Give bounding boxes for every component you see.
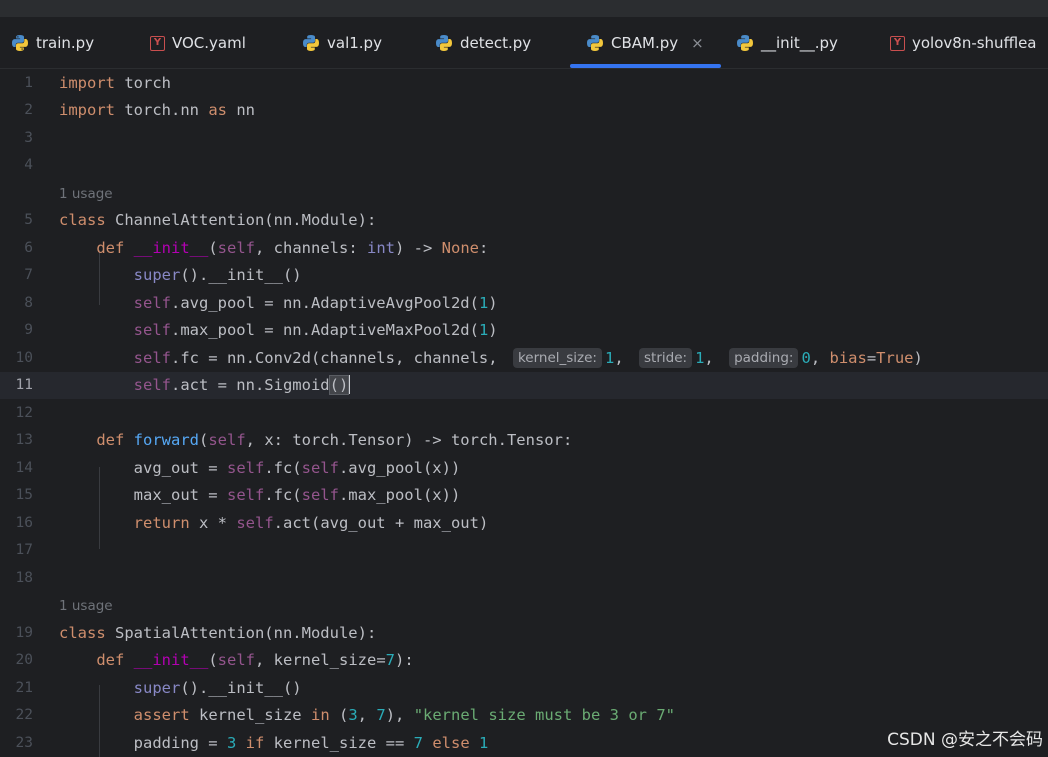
tab-label: val1.py [327,34,382,52]
usage-hint[interactable]: 1 usage [59,181,113,208]
code-text: self.act = nn.Sigmoid() [133,375,351,395]
tab-train-py[interactable]: train.py [11,17,95,68]
code-text: return x * self.act(avg_out + max_out) [133,514,489,532]
line-number: 8 [24,295,33,311]
tab-label: __init__.py [761,34,838,52]
line-number: 2 [24,102,33,118]
tab-val1-py[interactable]: val1.py [302,17,382,68]
code-line: 16 return x * self.act(avg_out + max_out… [0,510,1048,537]
python-icon [12,35,28,51]
code-text: avg_out = self.fc(self.avg_pool(x)) [133,459,461,477]
code-text: super().__init__() [133,266,302,284]
window-top-strip [0,0,1048,17]
line-number: 17 [15,542,33,558]
code-line: 10 self.fc = nn.Conv2d(channels, channel… [0,345,1048,372]
line-number: 12 [15,405,33,421]
tab-label: VOC.yaml [172,34,246,52]
code-line: 1 import torch [0,70,1048,97]
code-text: def forward(self, x: torch.Tensor) -> to… [96,431,573,449]
line-number: 11 [15,377,33,393]
code-editor[interactable]: 1 import torch 2 import torch.nn as nn 3… [0,70,1048,757]
code-line-current: 11 self.act = nn.Sigmoid() [0,372,1048,399]
code-text: max_out = self.fc(self.max_pool(x)) [133,486,461,504]
editor-tab-bar: train.py Y VOC.yaml val1.py detect.py CB… [0,17,1048,69]
tab-cbam-py[interactable]: CBAM.py × [586,17,704,68]
line-number: 22 [15,707,33,723]
code-line: 15 max_out = self.fc(self.max_pool(x)) [0,482,1048,509]
code-line: 20 def __init__(self, kernel_size=7): [0,647,1048,674]
line-number: 3 [24,130,33,146]
code-line: 6 def __init__(self, channels: int) -> N… [0,235,1048,262]
line-number: 7 [24,267,33,283]
code-line: 17 [0,537,1048,564]
yaml-icon: Y [150,35,165,51]
code-text: class SpatialAttention(nn.Module): [59,624,377,642]
python-icon [737,35,753,51]
inlay-hint-padding: padding: [729,348,799,368]
line-number: 23 [15,735,33,751]
python-icon [436,35,452,51]
python-icon [303,35,319,51]
close-icon[interactable]: × [691,34,704,52]
code-line: 5 class ChannelAttention(nn.Module): [0,207,1048,234]
code-line: 4 [0,152,1048,179]
tab-label: detect.py [460,34,532,52]
code-line: 7 super().__init__() [0,262,1048,289]
inlay-hint-kernel-size: kernel_size: [512,348,602,368]
line-number: 13 [15,432,33,448]
code-text: padding = 3 if kernel_size == 7 else 1 [133,734,489,752]
tab-detect-py[interactable]: detect.py [435,17,532,68]
line-number: 15 [15,487,33,503]
yaml-icon: Y [890,35,905,51]
code-text: self.fc = nn.Conv2d(channels, channels, … [133,348,923,368]
code-line: 21 super().__init__() [0,675,1048,702]
line-number: 1 [24,75,33,91]
line-number: 14 [15,460,33,476]
line-number: 18 [15,570,33,586]
code-line: 18 [0,565,1048,592]
code-line: 8 self.avg_pool = nn.AdaptiveAvgPool2d(1… [0,290,1048,317]
code-text: class ChannelAttention(nn.Module): [59,211,377,229]
code-line: 2 import torch.nn as nn [0,97,1048,124]
code-line: 3 [0,125,1048,152]
text-caret [348,375,351,394]
code-text: def __init__(self, channels: int) -> Non… [96,239,489,257]
matched-brackets: () [328,375,350,395]
tab-label: CBAM.py [611,34,679,52]
code-text: super().__init__() [133,679,302,697]
tab-init-py[interactable]: __init__.py [736,17,838,68]
usage-hint[interactable]: 1 usage [59,593,113,620]
line-number: 6 [24,240,33,256]
code-text: import torch.nn as nn [59,101,255,119]
code-text: self.max_pool = nn.AdaptiveMaxPool2d(1) [133,321,498,339]
line-number: 21 [15,680,33,696]
code-text: import torch [59,74,171,92]
watermark: CSDN @安之不会码 [887,730,1043,750]
line-number: 19 [15,625,33,641]
code-text: self.avg_pool = nn.AdaptiveAvgPool2d(1) [133,294,498,312]
code-text: assert kernel_size in (3, 7), "kernel si… [133,706,675,724]
tab-voc-yaml[interactable]: Y VOC.yaml [150,17,246,68]
active-tab-indicator [570,64,721,68]
code-text: def __init__(self, kernel_size=7): [96,651,414,669]
line-number: 16 [15,515,33,531]
line-number: 20 [15,652,33,668]
code-line: 19 class SpatialAttention(nn.Module): [0,620,1048,647]
inlay-hint-stride: stride: [639,348,693,368]
line-number: 10 [15,350,33,366]
python-icon [587,35,603,51]
code-line: 14 avg_out = self.fc(self.avg_pool(x)) [0,455,1048,482]
code-line: 9 self.max_pool = nn.AdaptiveMaxPool2d(1… [0,317,1048,344]
tab-label: yolov8n-shufflea [912,34,1037,52]
line-number: 9 [24,322,33,338]
tab-label: train.py [36,34,95,52]
line-number: 4 [24,157,33,173]
code-line: 12 [0,400,1048,427]
code-line: 13 def forward(self, x: torch.Tensor) ->… [0,427,1048,454]
tab-yolov8n-yaml[interactable]: Y yolov8n-shufflea [890,17,1037,68]
line-number: 5 [24,212,33,228]
